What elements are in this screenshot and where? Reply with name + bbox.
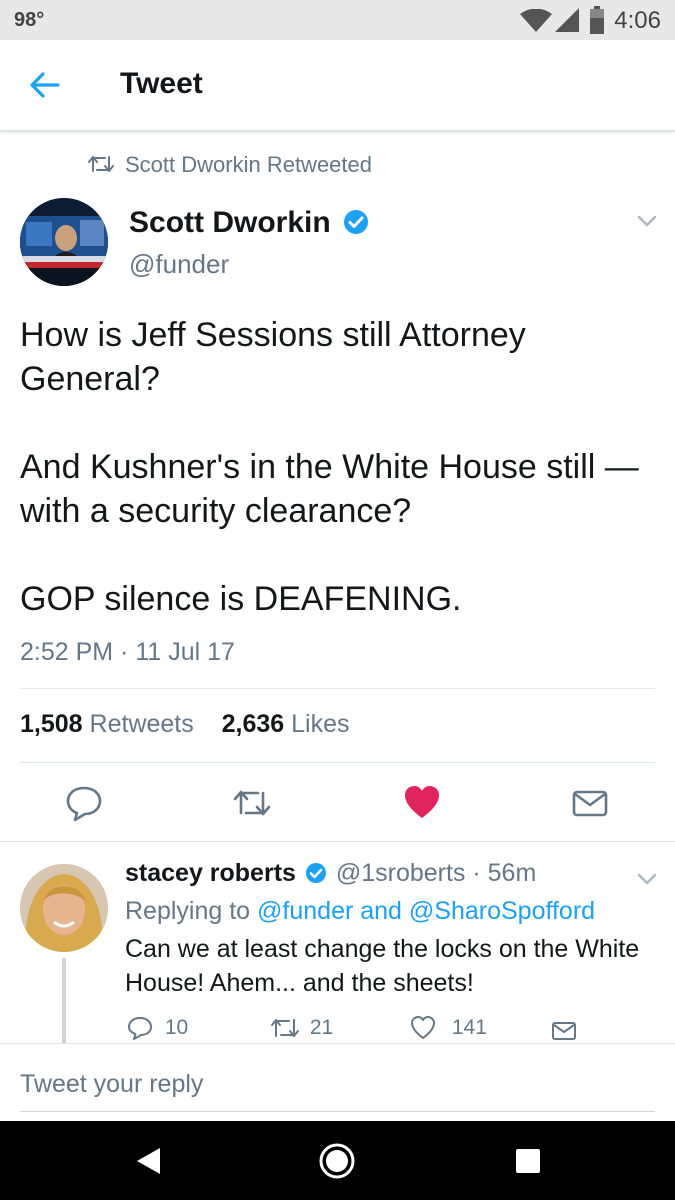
avatar-photo [20, 864, 108, 952]
reply-retweet-action[interactable]: 21 [270, 1015, 333, 1041]
home-nav-icon[interactable] [318, 1142, 356, 1180]
cell-signal-icon [555, 8, 579, 32]
reply-count: 10 [164, 1015, 189, 1039]
chevron-down-icon[interactable] [637, 872, 657, 886]
reply-author-avatar[interactable] [20, 864, 108, 952]
divider [20, 688, 655, 689]
author-avatar[interactable] [20, 198, 108, 286]
reply-input-placeholder[interactable]: Tweet your reply [20, 1070, 203, 1099]
reply-compose-bar[interactable]: Tweet your reply [0, 1043, 675, 1122]
battery-icon [590, 6, 604, 34]
thread-line [62, 958, 66, 1043]
replying-to-prefix: Replying to [125, 897, 251, 925]
direct-message-icon[interactable] [551, 1018, 577, 1044]
reply-text: Can we at least change the locks on the … [125, 935, 640, 997]
reply-like-action[interactable]: 141 [410, 1015, 487, 1041]
tweet-paragraph: And Kushner's in the White House still —… [20, 448, 639, 530]
retweet-icon [271, 1019, 299, 1037]
replying-to: Replying to @funder and @SharoSpofford [125, 897, 595, 926]
reply-icon [128, 1017, 152, 1040]
wifi-icon [520, 9, 552, 32]
clock: 4:06 [614, 7, 661, 34]
app-bar: Tweet [0, 40, 675, 132]
retweet-context-label: Scott Dworkin Retweeted [125, 152, 372, 177]
author-name-text: Scott Dworkin [129, 206, 331, 239]
page-title: Tweet [120, 67, 203, 100]
recents-nav-icon[interactable] [514, 1147, 542, 1175]
replying-to-targets[interactable]: @funder and @SharoSpofford [257, 897, 595, 925]
avatar-photo [20, 198, 108, 286]
author-handle[interactable]: @funder [129, 249, 229, 280]
verified-badge-icon [305, 863, 326, 883]
retweets-count: 1,508 [20, 710, 83, 738]
system-nav-bar [0, 1121, 675, 1200]
tweet-timestamp: 2:52 PM · 11 Jul 17 [20, 638, 235, 666]
likes-count: 2,636 [221, 710, 285, 738]
status-bar: 98° 4:06 [0, 0, 675, 40]
reply-reply-action[interactable]: 10 [127, 1015, 188, 1041]
reply-handle-time: @1sroberts · 56m [335, 859, 537, 887]
likes-stat[interactable]: 2,636 Likes [222, 710, 350, 738]
verified-badge-icon [344, 210, 369, 234]
tweet-paragraph: How is Jeff Sessions still Attorney Gene… [20, 316, 526, 398]
retweets-label: Retweets [89, 710, 194, 738]
likes-label: Likes [291, 710, 350, 738]
retweets-stat[interactable]: 1,508 Retweets [20, 710, 194, 738]
tweet-stats: 1,508 Retweets 2,636 Likes [20, 710, 350, 739]
input-underline [20, 1111, 655, 1112]
reply-author-name[interactable]: stacey roberts [125, 859, 296, 887]
heart-icon-liked[interactable] [402, 783, 442, 823]
chevron-down-icon[interactable] [637, 214, 657, 228]
direct-message-icon[interactable] [570, 783, 610, 823]
heart-icon [411, 1016, 435, 1039]
retweet-icon[interactable] [232, 783, 272, 823]
divider [0, 841, 675, 842]
reply-icon[interactable] [64, 783, 104, 823]
divider [20, 762, 655, 763]
tweet-paragraph: GOP silence is DEAFENING. [20, 580, 462, 618]
like-count: 141 [451, 1015, 487, 1039]
reply-header: stacey roberts @1sroberts · 56m [125, 859, 536, 888]
arrow-left-icon[interactable] [28, 68, 62, 102]
retweet-count: 21 [309, 1015, 334, 1039]
temperature-indicator: 98° [14, 9, 45, 31]
tweet-text: How is Jeff Sessions still Attorney Gene… [20, 313, 660, 621]
back-nav-icon[interactable] [134, 1146, 162, 1176]
author-name[interactable]: Scott Dworkin [129, 206, 369, 240]
retweet-icon [88, 156, 114, 172]
